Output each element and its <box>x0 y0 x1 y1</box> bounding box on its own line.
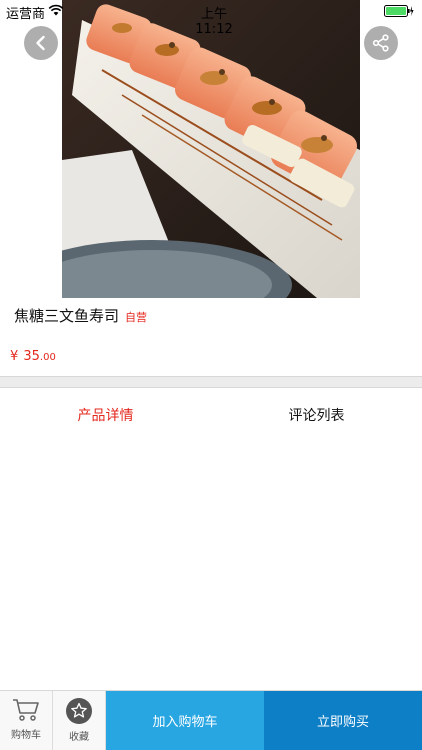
buy-now-button[interactable]: 立即购买 <box>264 691 422 750</box>
product-name: 焦糖三文鱼寿司 <box>14 307 120 325</box>
detail-tabs: 产品详情 评论列表 <box>0 404 422 428</box>
favorite-label: 收藏 <box>69 732 89 743</box>
self-operated-badge: 自营 <box>125 311 148 324</box>
product-detail-page: 运营商 上午11:12 焦糖三文鱼寿司 自营 ¥ 35.00 产品详情 评论列表… <box>0 0 422 750</box>
chevron-left-icon <box>36 35 45 51</box>
share-icon <box>372 34 389 52</box>
tab-reviews[interactable]: 评论列表 <box>211 404 422 428</box>
price-decimal: .00 <box>39 352 56 363</box>
clock-label: 上午11:12 <box>195 7 233 37</box>
product-price: ¥ 35.00 <box>10 345 56 364</box>
back-button[interactable] <box>24 26 58 60</box>
bottom-action-bar: 购物车 收藏 加入购物车 立即购买 <box>0 690 422 750</box>
wifi-icon <box>48 4 64 16</box>
status-bar: 运营商 上午11:12 <box>0 0 422 37</box>
product-image <box>62 0 360 298</box>
share-button[interactable] <box>364 26 398 60</box>
star-icon <box>66 698 92 724</box>
tab-product-details[interactable]: 产品详情 <box>0 404 211 428</box>
cart-button[interactable]: 购物车 <box>0 691 53 750</box>
cart-icon <box>13 699 39 721</box>
product-title-row: 焦糖三文鱼寿司 自营 <box>14 305 147 326</box>
favorite-button[interactable]: 收藏 <box>53 691 106 750</box>
battery-icon <box>384 5 414 17</box>
section-divider <box>0 376 422 388</box>
add-to-cart-button[interactable]: 加入购物车 <box>106 691 264 750</box>
price-currency: ¥ <box>10 349 19 364</box>
price-integer: 35 <box>23 349 40 364</box>
cart-label: 购物车 <box>11 730 41 741</box>
carrier-label: 运营商 <box>6 7 46 22</box>
